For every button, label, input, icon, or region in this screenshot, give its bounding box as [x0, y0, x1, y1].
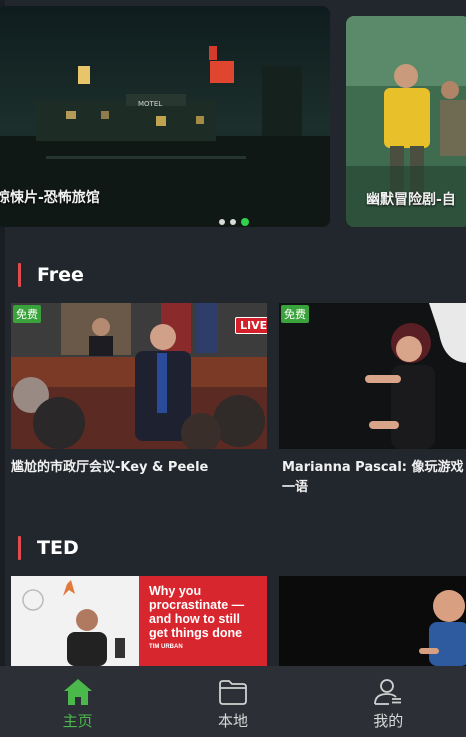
video-thumbnail[interactable]: 免费 LIVE [11, 303, 267, 449]
banner-motel[interactable]: MOTEL 惊悚片-恐怖旅馆 [0, 6, 330, 227]
video-thumbnail[interactable] [279, 576, 466, 666]
nav-label: 我的 [373, 712, 404, 730]
nav-profile[interactable]: 我的 [338, 676, 438, 731]
folder-icon [219, 680, 247, 705]
thumb-text-line: procrastinate — [149, 598, 245, 612]
banner-caption: 幽默冒险剧-自 [366, 192, 456, 208]
carousel-dot[interactable] [219, 219, 225, 225]
video-card-town-hall[interactable]: 免费 LIVE 尴尬的市政厅会议-Key & Peele [11, 303, 267, 478]
video-thumbnail[interactable]: Why you procrastinate — and how to still… [11, 576, 267, 666]
thumbnail-image [279, 303, 466, 449]
carousel-dot[interactable] [230, 219, 236, 225]
thumbnail-image [11, 303, 267, 449]
live-badge: LIVE [235, 317, 267, 334]
thumb-text-line: get things done [149, 626, 243, 640]
video-title[interactable]: 尴尬的市政厅会议-Key & Peele [11, 458, 267, 478]
section-title: TED [37, 537, 79, 559]
free-badge: 免费 [281, 305, 309, 323]
video-card-marianna-pascal[interactable]: 免费 Marianna Pascal: 像玩游戏一语 [279, 303, 466, 498]
thumb-byline: TIM URBAN [149, 644, 183, 650]
banner-adventure[interactable]: 幽默冒险剧-自 [346, 16, 466, 227]
video-thumbnail[interactable]: 免费 [279, 303, 466, 449]
thumbnail-image [279, 576, 466, 666]
nav-label: 主页 [62, 712, 93, 730]
svg-text:MOTEL: MOTEL [138, 100, 162, 108]
nav-label: 本地 [217, 712, 248, 730]
carousel-dot-active[interactable] [241, 218, 249, 226]
banner-caption: 惊悚片-恐怖旅馆 [0, 190, 100, 206]
video-card-procrastinate[interactable]: Why you procrastinate — and how to still… [11, 576, 267, 666]
bottom-navigation: 主页 本地 我的 [0, 666, 466, 737]
carousel-dots[interactable] [219, 218, 249, 226]
free-badge: 免费 [13, 305, 41, 323]
section-accent-bar [18, 263, 21, 287]
profile-icon [374, 679, 402, 705]
home-icon [63, 679, 92, 705]
nav-home[interactable]: 主页 [28, 676, 128, 731]
ted-thumb-headline: Why you procrastinate — and how to still… [149, 584, 244, 652]
section-header-free: Free [18, 263, 84, 287]
thumb-text-line: and how to still [149, 612, 240, 626]
nav-local[interactable]: 本地 [183, 676, 283, 731]
section-header-ted: TED [18, 536, 79, 560]
section-accent-bar [18, 536, 21, 560]
video-title[interactable]: Marianna Pascal: 像玩游戏一语 [279, 458, 466, 498]
video-card-ted-speaker[interactable] [279, 576, 466, 666]
section-title: Free [37, 264, 84, 286]
app-screen: MOTEL 惊悚片-恐怖旅馆 幽默冒险剧-自 Free 免费 LIVE 尴尬的市… [0, 0, 466, 737]
thumb-text-line: Why you [149, 584, 202, 598]
